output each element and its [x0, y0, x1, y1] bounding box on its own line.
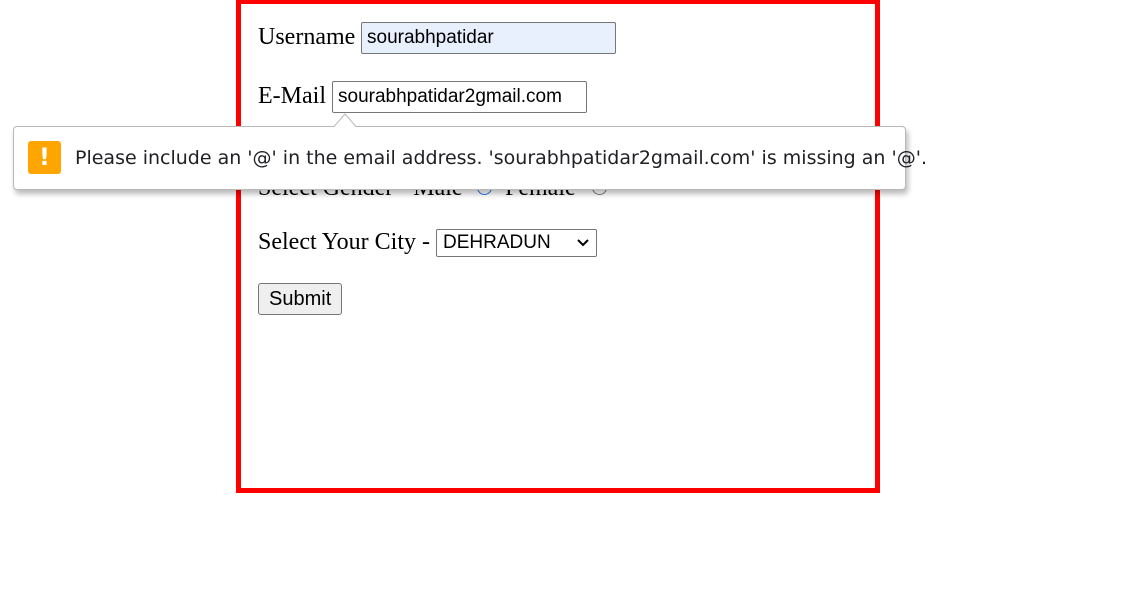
email-label: E-Mail [258, 83, 326, 109]
username-label: Username [258, 24, 356, 50]
city-label: Select Your City - [258, 229, 431, 255]
validation-message: Please include an '@' in the email addre… [75, 147, 927, 169]
city-select[interactable]: DEHRADUN [436, 229, 597, 257]
username-input[interactable] [361, 22, 616, 54]
email-input[interactable] [332, 81, 587, 113]
chevron-down-icon [577, 239, 589, 247]
city-select-value: DEHRADUN [443, 232, 551, 253]
submit-button[interactable]: Submit [258, 283, 343, 315]
bubble-arrow [334, 113, 356, 127]
validation-bubble: ! Please include an '@' in the email add… [13, 126, 927, 190]
warning-icon: ! [28, 141, 61, 174]
